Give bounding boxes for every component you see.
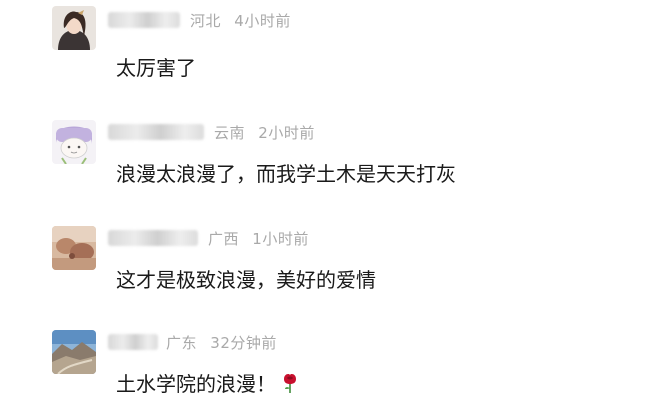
cartoon-girl-icon — [52, 120, 96, 164]
comment-location: 广东 — [166, 334, 198, 352]
comment-text: 浪漫太浪漫了，而我学土木是天天打灰 — [116, 162, 456, 186]
username-redacted — [108, 12, 180, 28]
comment-item: 云南 2小时前 浪漫太浪漫了，而我学土木是天天打灰 — [0, 112, 650, 212]
comment-meta: 广西 1小时前 — [208, 228, 309, 249]
comment-location: 广西 — [208, 230, 240, 248]
woman-portrait-icon — [52, 6, 96, 50]
username-redacted — [108, 334, 158, 350]
comment-item: 广西 1小时前 这才是极致浪漫，美好的爱情 — [0, 218, 650, 318]
avatar[interactable] — [52, 330, 96, 374]
comment-time: 32分钟前 — [210, 334, 277, 352]
username-redacted — [108, 230, 198, 246]
avatar[interactable] — [52, 6, 96, 50]
comment-text: 土水学院的浪漫！ — [116, 372, 276, 396]
comment-time: 2小时前 — [258, 124, 315, 142]
comment-text: 太厉害了 — [116, 56, 196, 80]
landscape-photo-icon — [52, 226, 96, 270]
comment-item: 广东 32分钟前 土水学院的浪漫！ — [0, 320, 650, 420]
comment-location: 河北 — [190, 12, 222, 30]
mountain-road-icon — [52, 330, 96, 374]
comment-time: 1小时前 — [252, 230, 309, 248]
rose-icon — [284, 374, 296, 393]
comment-meta: 河北 4小时前 — [190, 10, 291, 31]
username-redacted — [108, 124, 204, 140]
comment-location: 云南 — [214, 124, 246, 142]
comment-item: 河北 4小时前 太厉害了 — [0, 0, 650, 100]
avatar[interactable] — [52, 226, 96, 270]
avatar[interactable] — [52, 120, 96, 164]
comment-meta: 广东 32分钟前 — [166, 332, 277, 353]
comment-time: 4小时前 — [234, 12, 291, 30]
comment-list: 河北 4小时前 太厉害了 云南 2小时前 浪漫太浪漫了，而我学土木是天天打灰 广… — [0, 0, 650, 420]
comment-meta: 云南 2小时前 — [214, 122, 315, 143]
comment-text: 这才是极致浪漫，美好的爱情 — [116, 268, 376, 292]
comment-content: 土水学院的浪漫！ — [116, 368, 300, 397]
